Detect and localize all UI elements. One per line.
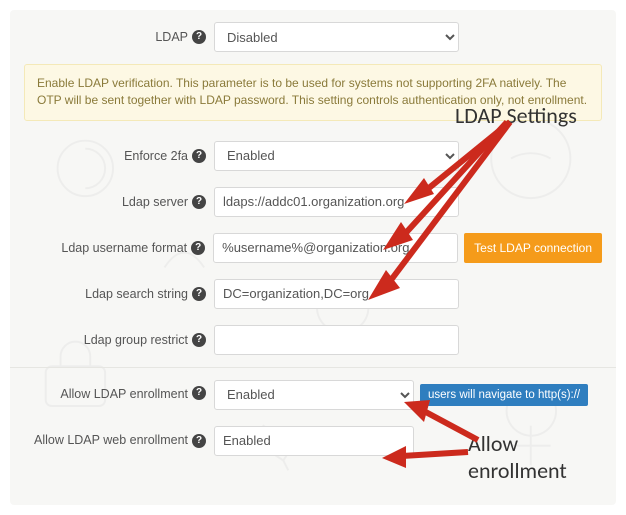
label-enforce2fa: Enforce 2fa ? (24, 149, 214, 163)
ldap-select[interactable]: DisabledEnabled (214, 22, 459, 52)
ldap-group-input[interactable] (214, 325, 459, 355)
row-allow-web-enroll: Allow LDAP web enrollment ? (10, 414, 616, 460)
ldap-note: Enable LDAP verification. This parameter… (24, 64, 602, 121)
label-allow-web-enroll: Allow LDAP web enrollment ? (24, 432, 214, 450)
row-enforce2fa: Enforce 2fa ? EnabledDisabled (10, 129, 616, 175)
help-icon[interactable]: ? (192, 149, 206, 163)
label-allow-enroll-text: Allow LDAP enrollment (60, 386, 188, 404)
label-ldap-userformat: Ldap username format ? (24, 241, 213, 255)
row-ldap-search: Ldap search string ? (10, 267, 616, 313)
allow-enroll-select[interactable]: EnabledDisabled (214, 380, 414, 410)
test-ldap-button[interactable]: Test LDAP connection (464, 233, 602, 263)
help-icon[interactable]: ? (192, 386, 206, 400)
label-allow-enroll: Allow LDAP enrollment ? (24, 386, 214, 404)
label-ldap-group-text: Ldap group restrict (84, 333, 188, 347)
enforce2fa-select[interactable]: EnabledDisabled (214, 141, 459, 171)
label-ldap-server: Ldap server ? (24, 195, 214, 209)
allow-web-enroll-input[interactable] (214, 426, 414, 456)
label-ldap-text: LDAP (155, 30, 188, 44)
help-icon[interactable]: ? (192, 434, 206, 448)
row-allow-enroll: Allow LDAP enrollment ? EnabledDisabled … (10, 368, 616, 414)
label-allow-web-enroll-text: Allow LDAP web enrollment (34, 432, 188, 450)
ldap-server-input[interactable] (214, 187, 459, 217)
ldap-userformat-input[interactable] (213, 233, 458, 263)
enroll-hint-badge: users will navigate to http(s):// (420, 384, 588, 406)
label-ldap-search-text: Ldap search string (85, 287, 188, 301)
help-icon[interactable]: ? (191, 241, 205, 255)
row-ldap-group: Ldap group restrict ? (10, 313, 616, 359)
label-ldap-server-text: Ldap server (122, 195, 188, 209)
help-icon[interactable]: ? (192, 195, 206, 209)
row-ldap-server: Ldap server ? (10, 175, 616, 221)
label-ldap-group: Ldap group restrict ? (24, 333, 214, 347)
ldap-search-input[interactable] (214, 279, 459, 309)
label-enforce2fa-text: Enforce 2fa (124, 149, 188, 163)
label-ldap-userformat-text: Ldap username format (61, 241, 187, 255)
help-icon[interactable]: ? (192, 287, 206, 301)
help-icon[interactable]: ? (192, 333, 206, 347)
help-icon[interactable]: ? (192, 30, 206, 44)
label-ldap: LDAP ? (24, 30, 214, 44)
row-ldap: LDAP ? DisabledEnabled (10, 10, 616, 56)
row-ldap-userformat: Ldap username format ? Test LDAP connect… (10, 221, 616, 267)
label-ldap-search: Ldap search string ? (24, 287, 214, 301)
settings-panel: LDAP ? DisabledEnabled Enable LDAP verif… (10, 10, 616, 505)
